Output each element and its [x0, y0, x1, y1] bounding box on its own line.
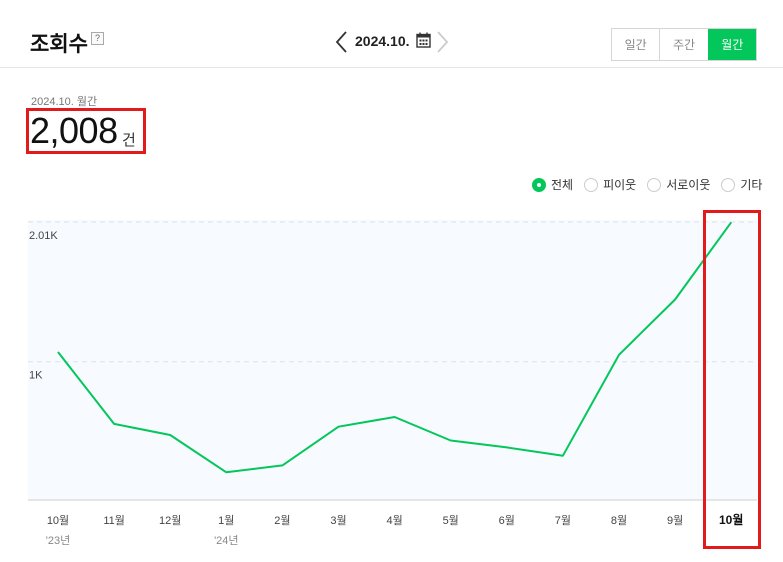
- y-tick-label: 1K: [29, 370, 43, 382]
- x-tick-label: 4월: [386, 514, 402, 527]
- series-filter: 전체 피이웃 서로이웃 기타: [532, 176, 762, 193]
- period-selector: 일간 주간 월간: [611, 28, 757, 61]
- x-tick-label: 8월: [611, 514, 627, 527]
- next-period-button[interactable]: [434, 30, 450, 54]
- radio-unchecked-icon: [584, 177, 599, 192]
- prev-period-button[interactable]: [334, 30, 350, 54]
- filter-label: 전체: [551, 178, 574, 192]
- x-year-label: '23년: [46, 534, 70, 547]
- total-views-value: 2,008: [30, 110, 118, 151]
- x-tick-label: 9월: [667, 514, 683, 527]
- filter-all[interactable]: 전체: [532, 176, 573, 193]
- chevron-left-icon: [335, 31, 347, 53]
- filter-neighbors[interactable]: 피이웃: [584, 176, 636, 193]
- radio-unchecked-icon: [721, 177, 736, 192]
- x-tick-label: 7월: [555, 514, 571, 527]
- x-tick-label: 5월: [443, 514, 459, 527]
- x-tick-label: 11월: [103, 514, 125, 527]
- x-tick-label: 10월: [47, 514, 69, 527]
- radio-unchecked-icon: [647, 177, 662, 192]
- filter-mutual-neighbors[interactable]: 서로이웃: [647, 176, 710, 193]
- help-icon[interactable]: ?: [91, 32, 104, 45]
- tab-weekly[interactable]: 주간: [659, 29, 708, 60]
- header: 조회수 ? 2024.10. 일간 주간 월간: [0, 0, 783, 68]
- x-tick-label: 10월: [719, 512, 743, 527]
- page-title: 조회수: [30, 33, 88, 56]
- x-year-label: '24년: [214, 534, 238, 547]
- plot-area: [28, 220, 757, 500]
- filter-other[interactable]: 기타: [721, 176, 762, 193]
- filter-label: 서로이웃: [666, 178, 711, 192]
- calendar-icon[interactable]: [416, 32, 431, 48]
- x-tick-label: 1월: [218, 514, 234, 527]
- x-tick-label: 3월: [330, 514, 346, 527]
- y-tick-label: 2.01K: [29, 230, 58, 242]
- current-date: 2024.10.: [355, 33, 410, 49]
- x-tick-label: 2월: [274, 514, 290, 527]
- x-tick-label: 6월: [499, 514, 515, 527]
- tab-daily[interactable]: 일간: [612, 29, 660, 60]
- summary-period-label: 2024.10. 월간: [31, 96, 98, 108]
- total-views-unit: 건: [122, 132, 136, 149]
- views-line-chart: 1K 2.01K 10월 '23년 11월 12월 1월 '24년 2월 3월 4월 5월 6월 7월 8월…: [28, 220, 757, 547]
- radio-checked-icon: [532, 177, 546, 192]
- x-tick-label: 12월: [159, 514, 181, 527]
- tab-monthly[interactable]: 월간: [707, 29, 756, 60]
- filter-label: 기타: [740, 178, 763, 192]
- chevron-right-icon: [437, 31, 449, 53]
- filter-label: 피이웃: [603, 178, 637, 192]
